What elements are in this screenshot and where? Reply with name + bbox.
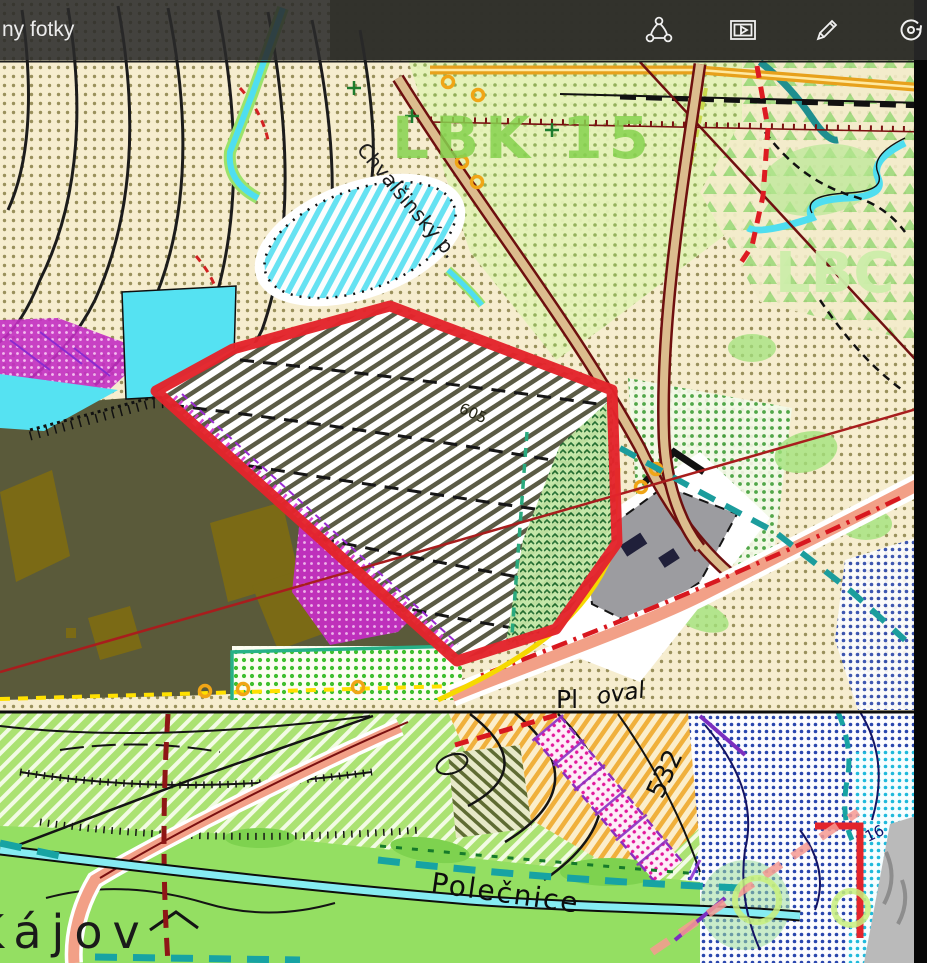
rotate-icon [895,14,927,46]
green-dot-strip [232,646,462,700]
biocorridor-label: LBK 15 [392,104,655,172]
slideshow-button[interactable] [727,14,759,46]
share-button[interactable] [643,14,675,46]
photo-viewer-window: 605 LBK 15 LBC Chvalšinský p. Polečnice … [0,0,927,963]
edit-button[interactable] [811,14,843,46]
place-fragment-label: Pl [556,685,578,714]
rotate-button[interactable] [895,14,927,46]
slideshow-icon [727,14,759,46]
window-title: ny fotky [2,18,74,42]
right-black-strip [914,0,927,963]
toolbar-icons [643,14,927,46]
toolbar: ny fotky [0,0,927,60]
edit-icon [811,14,843,46]
map-image[interactable]: 605 LBK 15 LBC Chvalšinský p. Polečnice … [0,0,927,963]
share-icon [643,14,675,46]
town-label: Kájov [0,905,150,959]
biocentre-label: LBC [775,241,894,306]
